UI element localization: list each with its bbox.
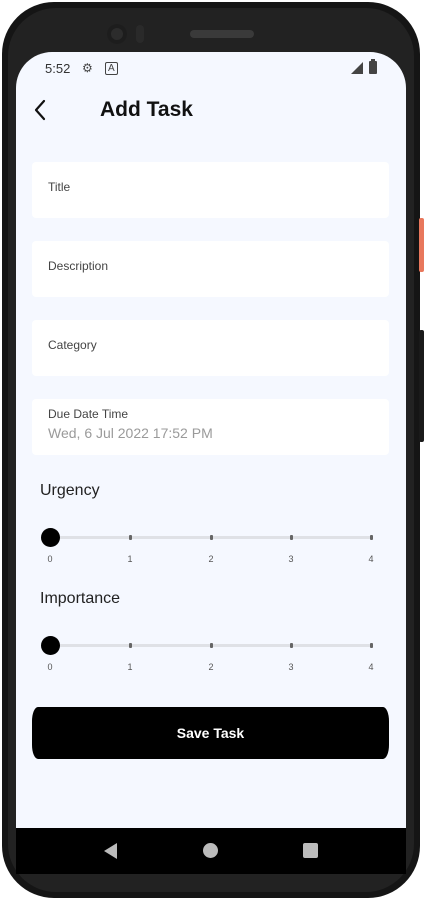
description-field[interactable]: Description [32,241,389,297]
description-field-label: Description [48,259,109,273]
importance-tick-label: 2 [208,662,214,672]
screen: 5:52 ⚙ A Add Task Title Description Cate… [16,52,406,828]
nav-home-icon[interactable] [203,843,218,858]
slider-tick [129,535,132,540]
importance-label: Importance [40,590,121,607]
title-field[interactable]: Title [32,162,389,218]
nav-back-icon[interactable] [104,843,117,859]
slider-tick [290,643,293,648]
battery-icon [369,59,377,74]
importance-slider[interactable]: 0 1 2 3 4 [41,634,374,674]
signal-icon [351,62,363,74]
importance-tick-label: 1 [127,662,133,672]
urgency-tick-label: 0 [47,554,53,564]
importance-tick-label: 0 [47,662,53,672]
urgency-tick-label: 4 [368,554,374,564]
category-field[interactable]: Category [32,320,389,376]
slider-tick [370,535,373,540]
urgency-slider-thumb[interactable] [41,528,60,547]
urgency-label: Urgency [40,482,100,499]
sensor-icon [136,25,144,43]
slider-tick [210,535,213,540]
gear-icon: ⚙ [82,61,93,75]
app-bar: Add Task [16,88,406,132]
arrow-back-icon[interactable] [28,96,56,124]
importance-slider-thumb[interactable] [41,636,60,655]
urgency-tick-label: 1 [127,554,133,564]
page-title: Add Task [100,98,193,121]
slider-tick [290,535,293,540]
urgency-slider[interactable]: 0 1 2 3 4 [41,526,374,566]
slider-tick [129,643,132,648]
nav-recents-icon[interactable] [303,843,318,858]
power-button [419,218,424,272]
save-task-button[interactable]: Save Task [32,707,389,759]
system-nav-bar [16,828,406,874]
status-time: 5:52 [45,61,71,76]
importance-tick-label: 4 [368,662,374,672]
title-field-label: Title [48,180,71,194]
status-bar: 5:52 ⚙ A [16,52,406,86]
slider-tick [370,643,373,648]
due-date-field[interactable]: Due Date Time Wed, 6 Jul 2022 17:52 PM [32,399,389,455]
volume-button [419,330,424,442]
urgency-tick-label: 3 [288,554,294,564]
category-field-label: Category [48,338,97,352]
slider-tick [210,643,213,648]
importance-tick-label: 3 [288,662,294,672]
due-date-label: Due Date Time [48,407,129,421]
urgency-tick-label: 2 [208,554,214,564]
speaker-grille [190,30,254,38]
notification-a-icon: A [105,62,118,75]
camera-icon [107,24,127,44]
due-date-value: Wed, 6 Jul 2022 17:52 PM [48,425,213,441]
